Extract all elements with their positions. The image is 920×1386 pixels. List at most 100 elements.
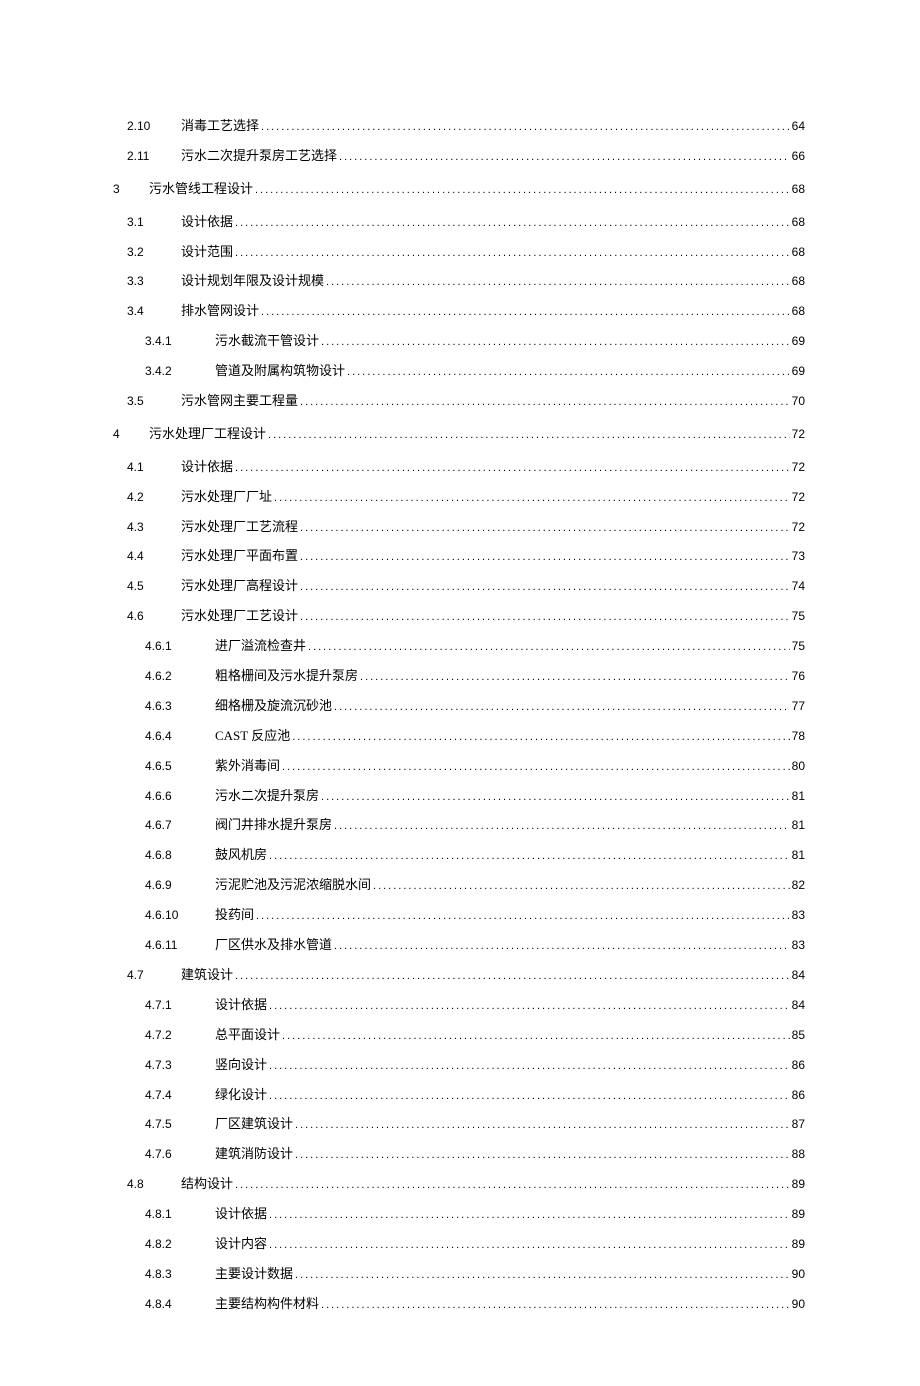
toc-page-number: 81 (792, 818, 805, 834)
toc-number: 4.7.6 (145, 1147, 215, 1163)
toc-number: 4.6.8 (145, 848, 215, 864)
toc-number: 2.10 (127, 119, 181, 135)
toc-entry: 4.1设计依据 72 (113, 459, 805, 476)
toc-number: 4.6.9 (145, 878, 215, 894)
toc-leader-dots (295, 1148, 790, 1162)
toc-title: 设计依据 (215, 997, 267, 1014)
toc-page: 2.10消毒工艺选择642.11污水二次提升泵房工艺选择663污水管线工程设计6… (0, 0, 920, 1386)
toc-entry: 2.10消毒工艺选择64 (113, 118, 805, 135)
toc-leader-dots (295, 1268, 790, 1282)
toc-entry: 3.5污水管网主要工程量70 (113, 393, 805, 410)
toc-entry: 4.6污水处理厂工艺设计75 (113, 608, 805, 625)
toc-entry: 4.7.6建筑消防设计88 (113, 1146, 805, 1163)
toc-number: 4.6.5 (145, 759, 215, 775)
toc-entry: 4.8.3主要设计数据 90 (113, 1266, 805, 1283)
toc-entry: 4.2污水处理厂厂址72 (113, 489, 805, 506)
toc-entry: 3.4.1污水截流干管设计69 (113, 333, 805, 350)
toc-number: 4.8.2 (145, 1237, 215, 1253)
toc-leader-dots (300, 610, 790, 624)
toc-entry: 3.1设计依据68 (113, 214, 805, 231)
toc-title: 进厂溢流检查井 (215, 638, 306, 655)
toc-leader-dots (282, 760, 790, 774)
toc-title: 污水处理厂工艺设计 (181, 608, 298, 625)
toc-entry: 4.6.4CAST 反应池78 (113, 728, 805, 745)
toc-page-number: 68 (792, 215, 805, 231)
toc-leader-dots (269, 999, 790, 1013)
toc-title: 建筑消防设计 (215, 1146, 293, 1163)
toc-entry: 4.6.5紫外消毒间80 (113, 758, 805, 775)
toc-page-number: 66 (792, 149, 805, 165)
toc-page-number: 64 (792, 119, 805, 135)
toc-number: 3.3 (127, 274, 181, 290)
toc-number: 4.6.2 (145, 669, 215, 685)
toc-number: 4 (113, 427, 149, 443)
toc-entry: 4.6.6污水二次提升泵房81 (113, 788, 805, 805)
toc-leader-dots (300, 550, 790, 564)
toc-page-number: 73 (792, 549, 805, 565)
toc-number: 4.1 (127, 460, 181, 476)
toc-number: 4.6.7 (145, 818, 215, 834)
toc-title: 阀门井排水提升泵房 (215, 817, 332, 834)
toc-page-number: 69 (792, 364, 805, 380)
toc-entry: 4污水处理厂工程设计72 (113, 426, 805, 443)
toc-page-number: 89 (792, 1237, 805, 1253)
toc-leader-dots (282, 1029, 790, 1043)
toc-title: 污水处理厂平面布置 (181, 548, 298, 565)
toc-entry: 4.6.8鼓风机房81 (113, 847, 805, 864)
toc-leader-dots (308, 640, 790, 654)
toc-title: 粗格栅间及污水提升泵房 (215, 668, 358, 685)
toc-number: 3 (113, 182, 149, 198)
toc-number: 4.4 (127, 549, 181, 565)
toc-page-number: 86 (792, 1088, 805, 1104)
toc-number: 4.5 (127, 579, 181, 595)
toc-entry: 3.4.2管道及附属构筑物设计69 (113, 363, 805, 380)
toc-number: 4.2 (127, 490, 181, 506)
toc-page-number: 72 (792, 520, 805, 536)
toc-title: 主要设计数据 (215, 1266, 293, 1283)
toc-title: 污水处理厂工程设计 (149, 426, 266, 443)
toc-leader-dots (321, 1298, 790, 1312)
toc-leader-dots (321, 335, 790, 349)
toc-title: 主要结构构件材料 (215, 1296, 319, 1313)
toc-page-number: 69 (792, 334, 805, 350)
toc-title: 设计依据 (181, 459, 233, 476)
toc-number: 3.4 (127, 304, 181, 320)
toc-entry: 4.8结构设计89 (113, 1176, 805, 1193)
toc-page-number: 83 (792, 938, 805, 954)
toc-number: 4.3 (127, 520, 181, 536)
toc-leader-dots (269, 1089, 790, 1103)
toc-title: 绿化设计 (215, 1087, 267, 1104)
toc-leader-dots (300, 395, 790, 409)
toc-page-number: 90 (792, 1267, 805, 1283)
toc-page-number: 72 (792, 460, 805, 476)
toc-entry: 4.6.2粗格栅间及污水提升泵房 76 (113, 668, 805, 685)
toc-entry: 4.6.10投药间83 (113, 907, 805, 924)
toc-title: 污水处理厂厂址 (181, 489, 272, 506)
toc-number: 4.7.5 (145, 1117, 215, 1133)
toc-entry: 3.4排水管网设计68 (113, 303, 805, 320)
toc-leader-dots (300, 580, 790, 594)
toc-leader-dots (339, 150, 790, 164)
toc-leader-dots (334, 700, 790, 714)
toc-page-number: 76 (792, 669, 805, 685)
toc-page-number: 85 (792, 1028, 805, 1044)
toc-number: 4.8.3 (145, 1267, 215, 1283)
toc-number: 3.4.1 (145, 334, 215, 350)
toc-title: 细格栅及旋流沉砂池 (215, 698, 332, 715)
toc-page-number: 80 (792, 759, 805, 775)
toc-number: 4.6.10 (145, 908, 215, 924)
toc-entry: 2.11污水二次提升泵房工艺选择66 (113, 148, 805, 165)
toc-title: 总平面设计 (215, 1027, 280, 1044)
toc-leader-dots (235, 969, 790, 983)
toc-leader-dots (269, 1238, 790, 1252)
toc-leader-dots (360, 670, 790, 684)
toc-entry: 4.8.1设计依据89 (113, 1206, 805, 1223)
toc-leader-dots (373, 879, 790, 893)
toc-entry: 4.3污水处理厂工艺流程72 (113, 519, 805, 536)
toc-leader-dots (261, 305, 790, 319)
toc-title: 污水二次提升泵房 (215, 788, 319, 805)
toc-page-number: 89 (792, 1177, 805, 1193)
toc-page-number: 68 (792, 274, 805, 290)
toc-number: 4.6.4 (145, 729, 215, 745)
toc-title: 厂区供水及排水管道 (215, 937, 332, 954)
